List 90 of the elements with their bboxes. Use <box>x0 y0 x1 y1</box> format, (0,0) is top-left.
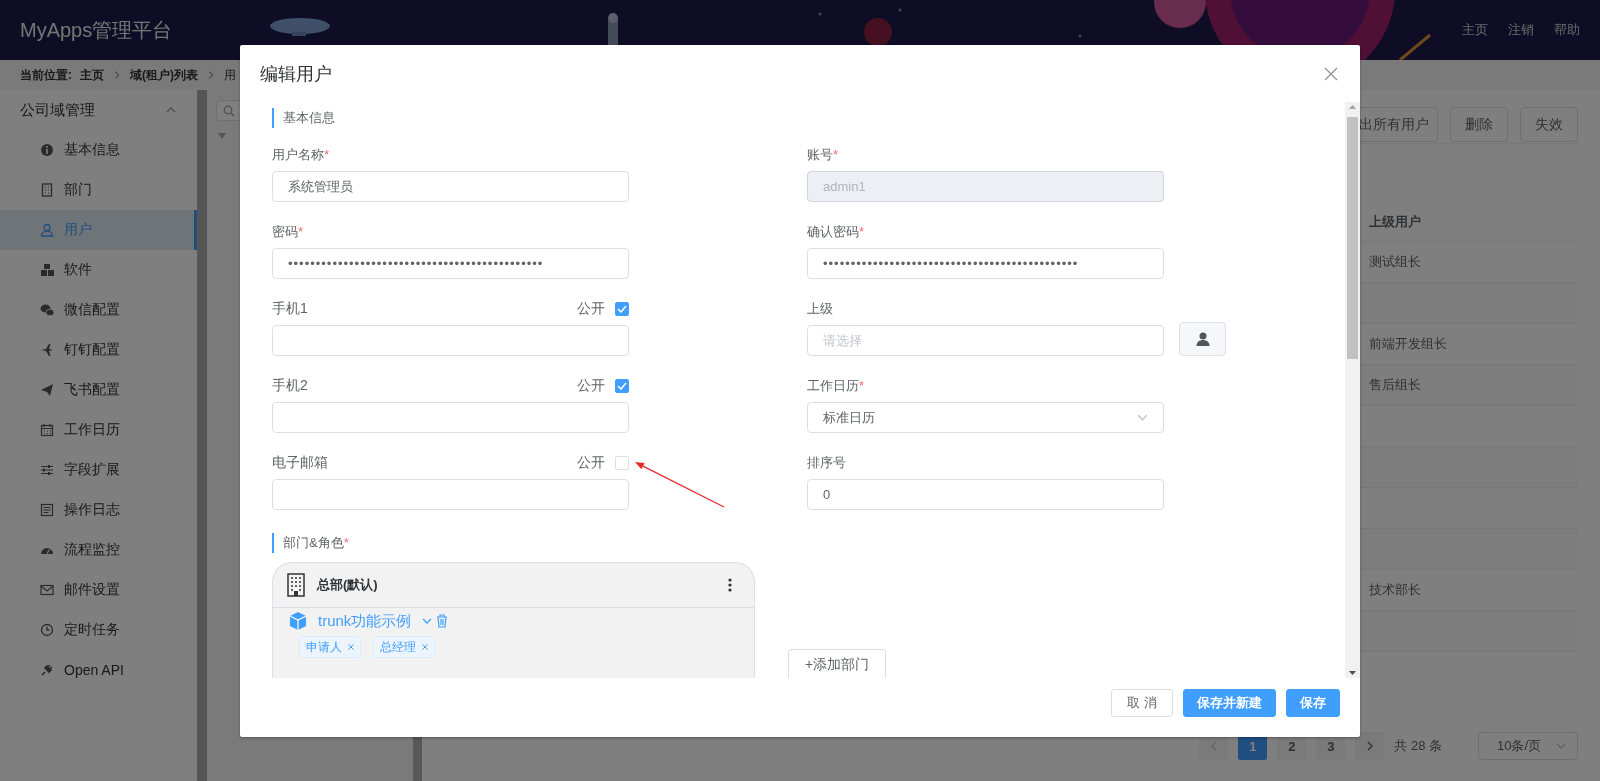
field-label: 电子邮箱 <box>272 454 328 472</box>
breadcrumb-link[interactable]: 用 <box>224 66 236 84</box>
search-icon <box>223 104 235 117</box>
chevron-right-icon <box>112 70 122 80</box>
dialog-title: 编辑用户 <box>260 62 332 86</box>
header-link[interactable]: 帮助 <box>1554 21 1580 39</box>
input-field[interactable]: •••••••••••••••••••••••••••••••••••••••••••••• <box>807 248 1164 279</box>
breadcrumb-label: 当前位置: <box>20 66 72 84</box>
field-label: 确认密码* <box>807 223 865 241</box>
unit-name[interactable]: trunk功能示例 <box>318 611 412 631</box>
chevron-right-icon <box>206 70 216 80</box>
paper-plane-icon <box>40 383 54 397</box>
input-field[interactable] <box>272 402 629 433</box>
input-field[interactable] <box>272 325 629 356</box>
clock-icon <box>40 623 54 637</box>
user-icon <box>40 223 54 237</box>
field-label: 工作日历* <box>807 377 865 395</box>
user-icon <box>1194 330 1211 347</box>
sidebar-item[interactable]: 钉钉配置 <box>0 330 197 370</box>
document-icon <box>40 503 54 517</box>
chat-bubbles-icon <box>40 303 54 317</box>
public-label: 公开 <box>577 300 605 318</box>
building-icon <box>287 573 305 597</box>
role-tag: 总经理 <box>373 636 435 658</box>
sidebar-item[interactable]: 工作日历 <box>0 410 197 450</box>
sidebar-item[interactable]: 流程监控 <box>0 530 197 570</box>
checkmark-icon <box>617 305 627 313</box>
envelope-icon <box>40 583 54 597</box>
field-label: 手机1 <box>272 300 308 318</box>
trash-icon[interactable] <box>436 614 449 628</box>
input-field[interactable]: •••••••••••••••••••••••••••••••••••••••••••••• <box>272 248 629 279</box>
sliders-icon <box>40 463 54 477</box>
cancel-button[interactable]: 取 消 <box>1111 689 1173 717</box>
header-link[interactable]: 注销 <box>1508 21 1534 39</box>
public-label: 公开 <box>577 454 605 472</box>
close-icon[interactable] <box>348 644 354 650</box>
kebab-menu-icon[interactable] <box>728 578 732 592</box>
primary-button[interactable]: 保存 <box>1286 689 1340 717</box>
app-title: MyApps管理平台 <box>20 17 173 43</box>
toolbar-button[interactable]: 失效 <box>1520 107 1578 142</box>
checkbox[interactable] <box>615 302 629 316</box>
building-icon <box>40 183 54 197</box>
checkmark-icon <box>617 382 627 390</box>
total-count: 共 28 条 <box>1394 737 1442 755</box>
checkbox[interactable] <box>615 379 629 393</box>
input-field: admin1 <box>807 171 1164 202</box>
header-link[interactable]: 主页 <box>1462 21 1488 39</box>
input-field[interactable]: 请选择 <box>807 325 1164 356</box>
cube-icon <box>288 611 308 631</box>
sidebar-item[interactable]: 邮件设置 <box>0 570 197 610</box>
role-tag: 申请人 <box>299 636 361 658</box>
sidebar-item[interactable]: 基本信息 <box>0 130 197 170</box>
add-department-button[interactable]: +添加部门 <box>788 649 887 678</box>
sidebar-group-label: 公司域管理 <box>20 100 95 120</box>
field-label: 账号* <box>807 146 839 164</box>
input-field[interactable]: 系统管理员 <box>272 171 629 202</box>
field-label: 排序号 <box>807 454 846 472</box>
sidebar-item[interactable]: 字段扩展 <box>0 450 197 490</box>
sidebar-group-header[interactable]: 公司域管理 <box>0 90 197 130</box>
caret-down-icon <box>218 133 226 139</box>
sidebar-item[interactable]: 飞书配置 <box>0 370 197 410</box>
page-size-select[interactable]: 10条/页 <box>1478 732 1578 760</box>
field-label: 密码* <box>272 223 304 241</box>
field-label: 用户名称* <box>272 146 330 164</box>
next-page-button[interactable] <box>1355 732 1385 760</box>
public-label: 公开 <box>577 377 605 395</box>
close-icon[interactable] <box>1324 66 1338 81</box>
field-label: 手机2 <box>272 377 308 395</box>
breadcrumb-link[interactable]: 主页 <box>80 66 104 84</box>
sidebar-item[interactable]: 微信配置 <box>0 290 197 330</box>
sidebar-item[interactable]: 部门 <box>0 170 197 210</box>
sidebar-item[interactable]: 定时任务 <box>0 610 197 650</box>
department-name: 总部(默认) <box>317 576 378 594</box>
info-icon <box>40 143 54 157</box>
sidebar-item[interactable]: 操作日志 <box>0 490 197 530</box>
sidebar-item[interactable]: 软件 <box>0 250 197 290</box>
primary-button[interactable]: 保存并新建 <box>1183 689 1276 717</box>
scrollbar[interactable] <box>1345 102 1360 678</box>
sidebar-item[interactable]: Open API <box>0 650 197 690</box>
breadcrumb-link[interactable]: 域(租户)列表 <box>130 66 198 84</box>
user-picker-button[interactable] <box>1179 321 1226 356</box>
cubes-icon <box>40 263 54 277</box>
toolbar-button[interactable]: 删除 <box>1450 107 1508 142</box>
input-field[interactable] <box>272 479 629 510</box>
input-field[interactable]: 0 <box>807 479 1164 510</box>
plug-icon <box>40 663 54 677</box>
calendar-icon <box>40 423 54 437</box>
select-field[interactable]: 标准日历 <box>807 402 1164 433</box>
close-icon[interactable] <box>422 644 428 650</box>
field-label: 上级 <box>807 300 833 318</box>
